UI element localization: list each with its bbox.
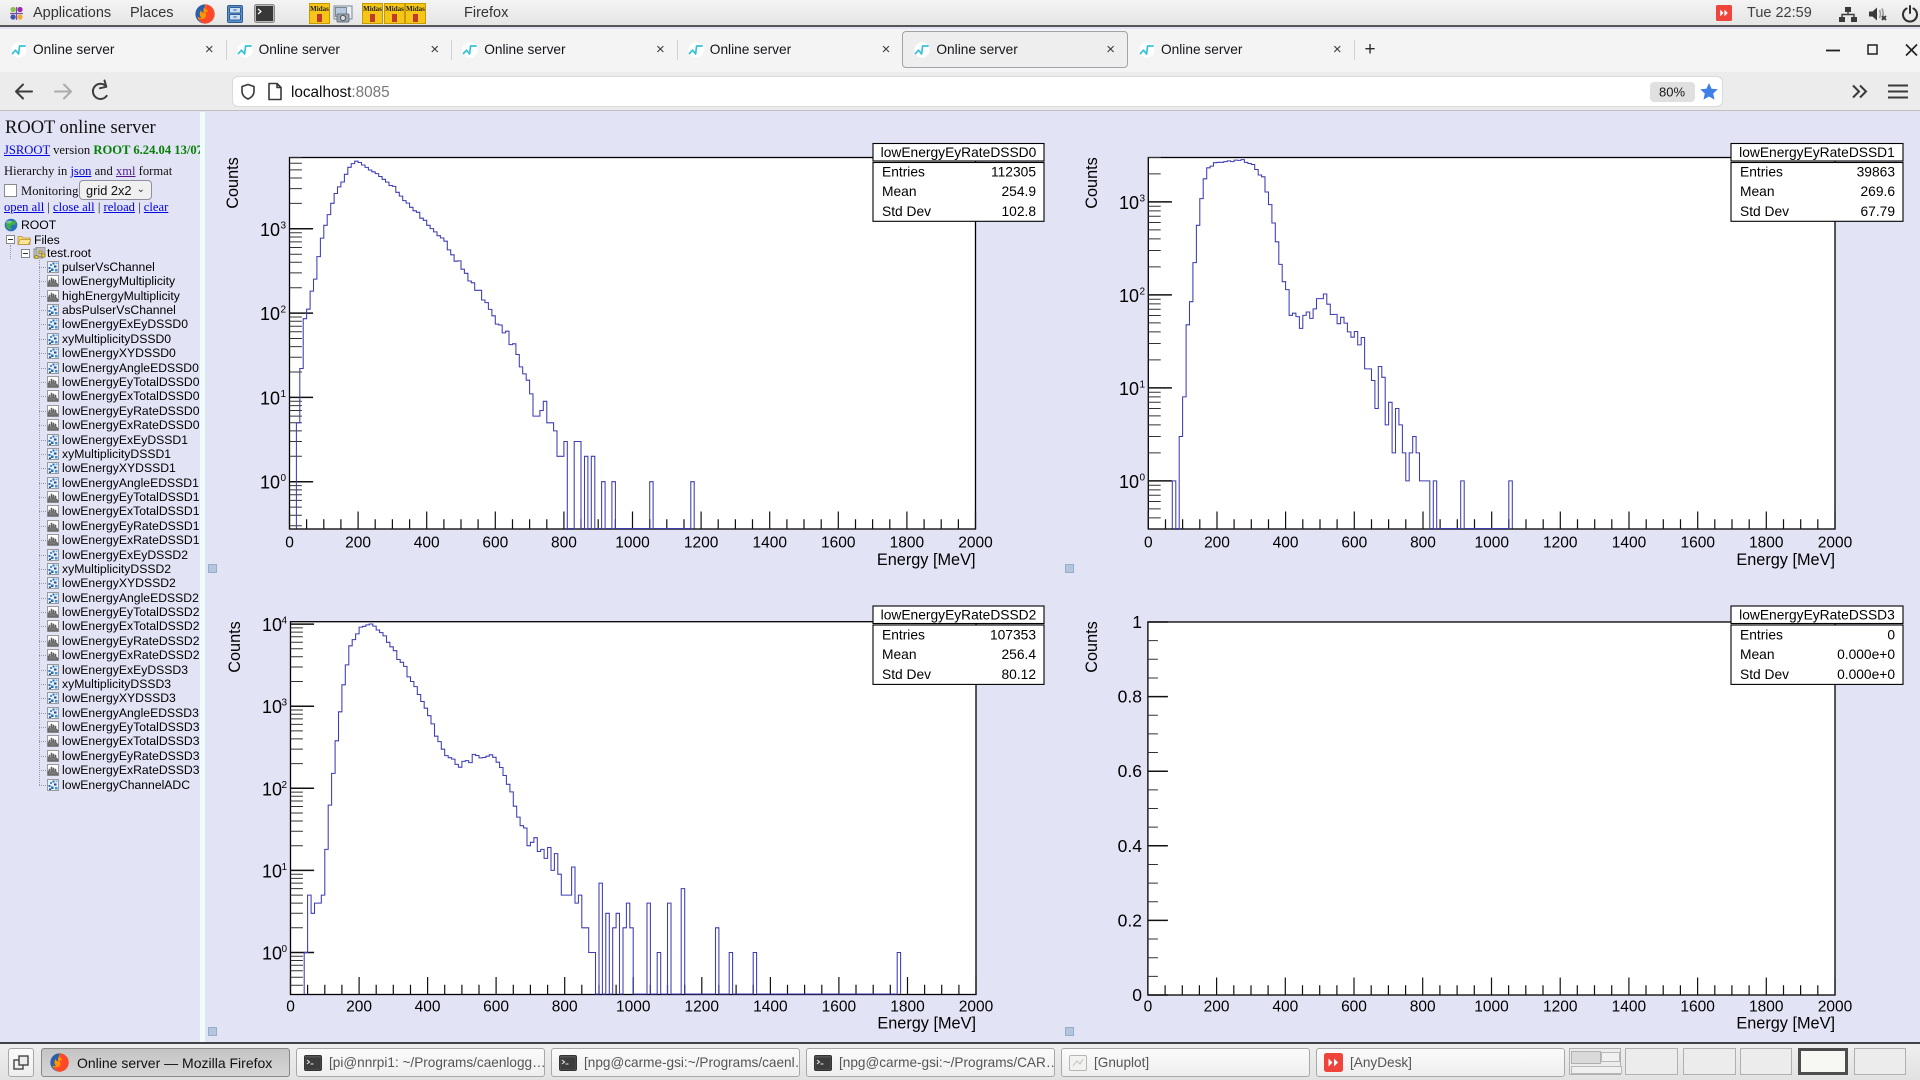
svg-text:80%: 80%	[1659, 85, 1685, 100]
svg-text:localhost:8085: localhost:8085	[291, 84, 390, 101]
